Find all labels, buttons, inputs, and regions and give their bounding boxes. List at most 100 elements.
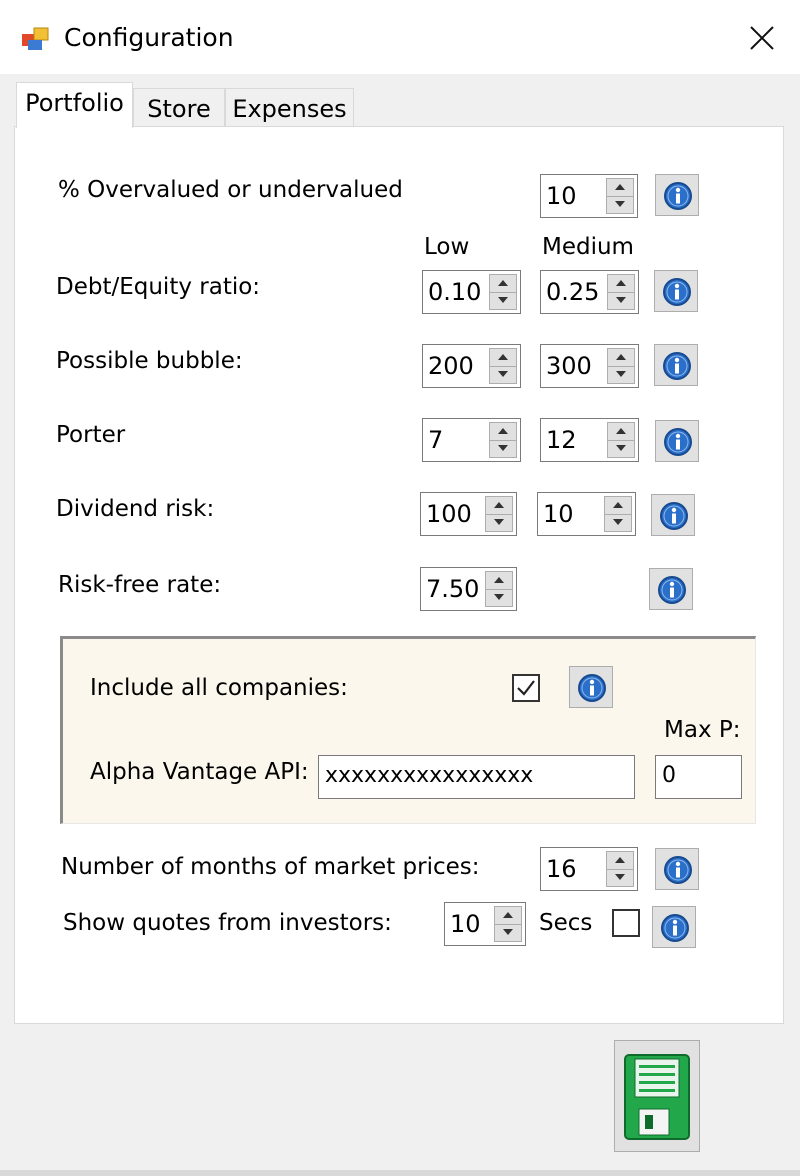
debt-equity-low-spinner[interactable]: 0.10 [422, 270, 521, 314]
info-icon [578, 674, 606, 702]
bubble-info-button[interactable] [654, 344, 698, 386]
overvalued-label: % Overvalued or undervalued [58, 177, 403, 203]
medium-header: Medium [542, 234, 634, 260]
app-window-icon [20, 24, 52, 54]
quotes-spinner[interactable]: 10 [444, 902, 526, 946]
spinner-arrows [607, 422, 635, 458]
tab-store[interactable]: Store [133, 88, 225, 128]
arrow-down-icon [615, 874, 625, 880]
quotes-checkbox[interactable] [612, 909, 640, 937]
risk-free-label: Risk-free rate: [58, 572, 222, 598]
spinner-arrows [485, 496, 513, 532]
arrow-up-icon [615, 184, 625, 190]
spin-up-button[interactable] [607, 852, 633, 870]
spin-down-button[interactable] [490, 440, 516, 457]
spin-down-button[interactable] [608, 366, 634, 383]
window-title: Configuration [64, 23, 234, 52]
floppy-disk-icon [624, 1054, 690, 1140]
debt-equity-info-button[interactable] [654, 270, 698, 312]
porter-label: Porter [56, 422, 126, 448]
include-all-info-button[interactable] [569, 666, 613, 708]
spin-up-button[interactable] [490, 349, 516, 367]
months-info-button[interactable] [655, 848, 699, 890]
dividend-low-spinner[interactable]: 100 [420, 492, 517, 536]
arrow-up-icon [498, 428, 508, 434]
months-spinner[interactable]: 16 [540, 847, 638, 891]
arrow-up-icon [503, 912, 513, 918]
spin-up-button[interactable] [490, 275, 516, 293]
spin-up-button[interactable] [607, 179, 633, 197]
spin-up-button[interactable] [608, 275, 634, 293]
close-button[interactable] [740, 18, 784, 58]
dividend-info-button[interactable] [651, 494, 695, 536]
quotes-info-button[interactable] [652, 906, 696, 948]
spin-down-button[interactable] [486, 589, 512, 606]
save-button[interactable] [614, 1040, 700, 1152]
arrow-up-icon [494, 502, 504, 508]
porter-medium-spinner[interactable]: 12 [540, 418, 639, 462]
debt-equity-medium-spinner[interactable]: 0.25 [540, 270, 639, 314]
arrow-down-icon [616, 371, 626, 377]
spinner-arrows [607, 274, 635, 310]
spin-up-button[interactable] [486, 497, 512, 515]
spin-down-button[interactable] [490, 292, 516, 309]
arrow-up-icon [613, 502, 623, 508]
tab-portfolio[interactable]: Portfolio [16, 82, 133, 128]
spinner-arrows [606, 178, 634, 214]
risk-free-spinner[interactable]: 7.50 [420, 567, 517, 611]
info-icon [663, 352, 691, 380]
spin-up-button[interactable] [608, 423, 634, 441]
spin-down-button[interactable] [486, 514, 512, 531]
spinner-arrows [489, 274, 517, 310]
include-all-checkbox[interactable] [512, 674, 540, 702]
spinner-value: 200 [428, 352, 474, 380]
api-label: Alpha Vantage API: [90, 759, 309, 785]
spin-down-button[interactable] [608, 440, 634, 457]
spin-down-button[interactable] [608, 292, 634, 309]
spinner-arrows [604, 496, 632, 532]
spin-down-button[interactable] [607, 869, 633, 886]
spin-up-button[interactable] [608, 349, 634, 367]
spin-down-button[interactable] [605, 514, 631, 531]
api-key-input[interactable]: xxxxxxxxxxxxxxxx [318, 755, 635, 799]
arrow-down-icon [613, 519, 623, 525]
porter-info-button[interactable] [655, 420, 699, 462]
spinner-arrows [607, 348, 635, 384]
bubble-label: Possible bubble: [56, 348, 243, 374]
arrow-down-icon [615, 201, 625, 207]
spin-up-button[interactable] [490, 423, 516, 441]
arrow-down-icon [616, 297, 626, 303]
spin-up-button[interactable] [605, 497, 631, 515]
spinner-value: 16 [546, 855, 577, 883]
info-icon [664, 182, 692, 210]
info-icon [664, 428, 692, 456]
spin-down-button[interactable] [607, 196, 633, 213]
risk-free-info-button[interactable] [649, 568, 693, 610]
spinner-arrows [606, 851, 634, 887]
max-p-input[interactable]: 0 [655, 755, 742, 799]
info-icon [663, 278, 691, 306]
overvalued-spinner[interactable]: 10 [540, 174, 638, 218]
spin-up-button[interactable] [495, 907, 521, 925]
spin-up-button[interactable] [486, 572, 512, 590]
spinner-value: 10 [450, 910, 481, 938]
spin-down-button[interactable] [495, 924, 521, 941]
spin-down-button[interactable] [490, 366, 516, 383]
porter-low-spinner[interactable]: 7 [422, 418, 521, 462]
spinner-arrows [485, 571, 513, 607]
months-label: Number of months of market prices: [61, 854, 480, 880]
bubble-low-spinner[interactable]: 200 [422, 344, 521, 388]
tab-expenses[interactable]: Expenses [225, 88, 354, 128]
arrow-down-icon [494, 519, 504, 525]
close-icon [750, 26, 774, 50]
tab-label: Portfolio [25, 89, 124, 117]
arrow-up-icon [616, 280, 626, 286]
overvalued-info-button[interactable] [655, 174, 699, 216]
info-icon [658, 576, 686, 604]
arrow-up-icon [498, 354, 508, 360]
arrow-down-icon [498, 297, 508, 303]
bubble-medium-spinner[interactable]: 300 [540, 344, 639, 388]
info-icon [660, 502, 688, 530]
dividend-medium-spinner[interactable]: 10 [537, 492, 636, 536]
arrow-down-icon [498, 445, 508, 451]
